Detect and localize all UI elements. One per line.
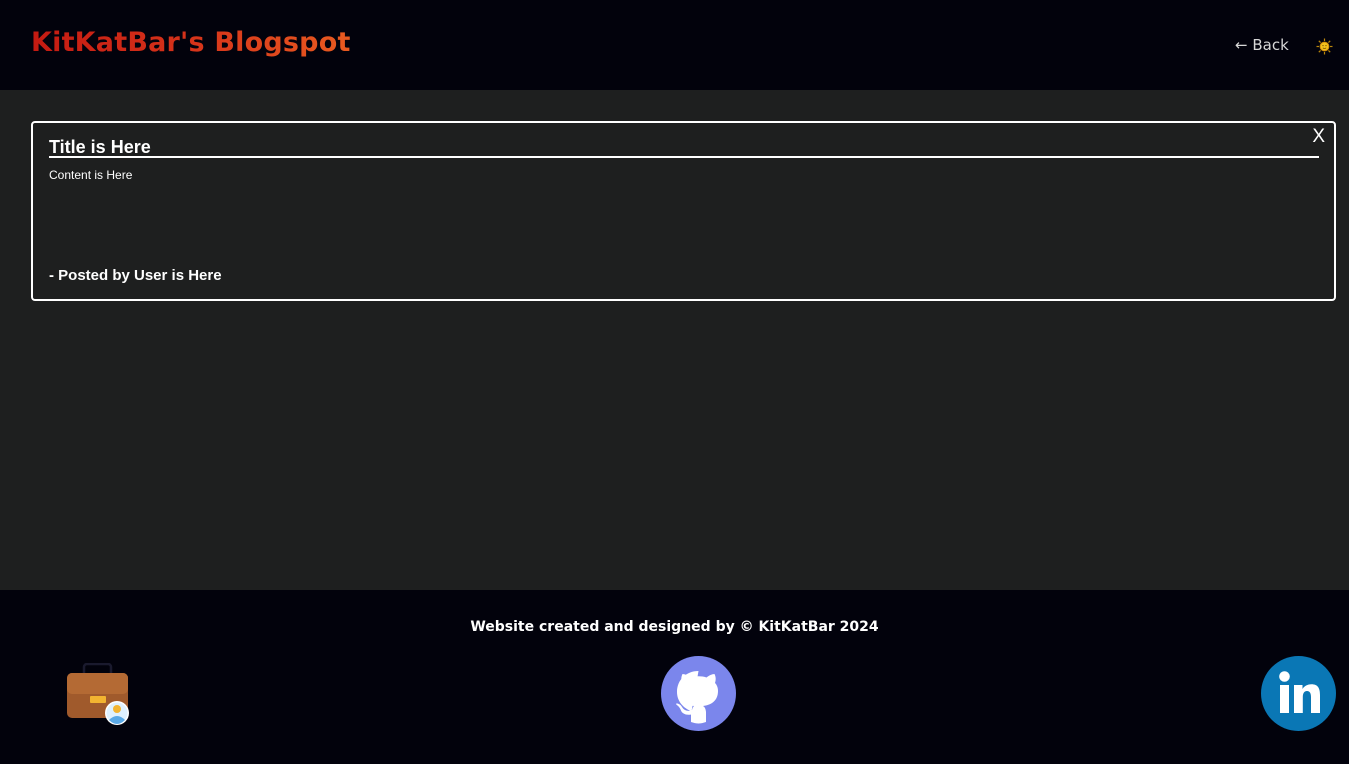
title-divider: [49, 156, 1319, 158]
footer-credit: Website created and designed by © KitKat…: [470, 619, 879, 635]
post-content: Content is Here: [49, 168, 133, 182]
portfolio-briefcase-icon[interactable]: [63, 662, 133, 727]
back-link[interactable]: ← Back: [1235, 36, 1289, 54]
site-footer: Website created and designed by © KitKat…: [0, 590, 1349, 764]
theme-toggle-sun-icon[interactable]: [1316, 38, 1333, 55]
site-title[interactable]: KitKatBar's Blogspot: [31, 27, 351, 58]
github-icon[interactable]: [661, 656, 736, 731]
post-author: - Posted by User is Here: [49, 267, 222, 284]
post-title: Title is Here: [49, 137, 151, 157]
site-header: KitKatBar's Blogspot ← Back: [0, 0, 1349, 90]
post-card: X Title is Here Content is Here - Posted…: [31, 121, 1336, 301]
linkedin-icon[interactable]: [1261, 656, 1336, 731]
